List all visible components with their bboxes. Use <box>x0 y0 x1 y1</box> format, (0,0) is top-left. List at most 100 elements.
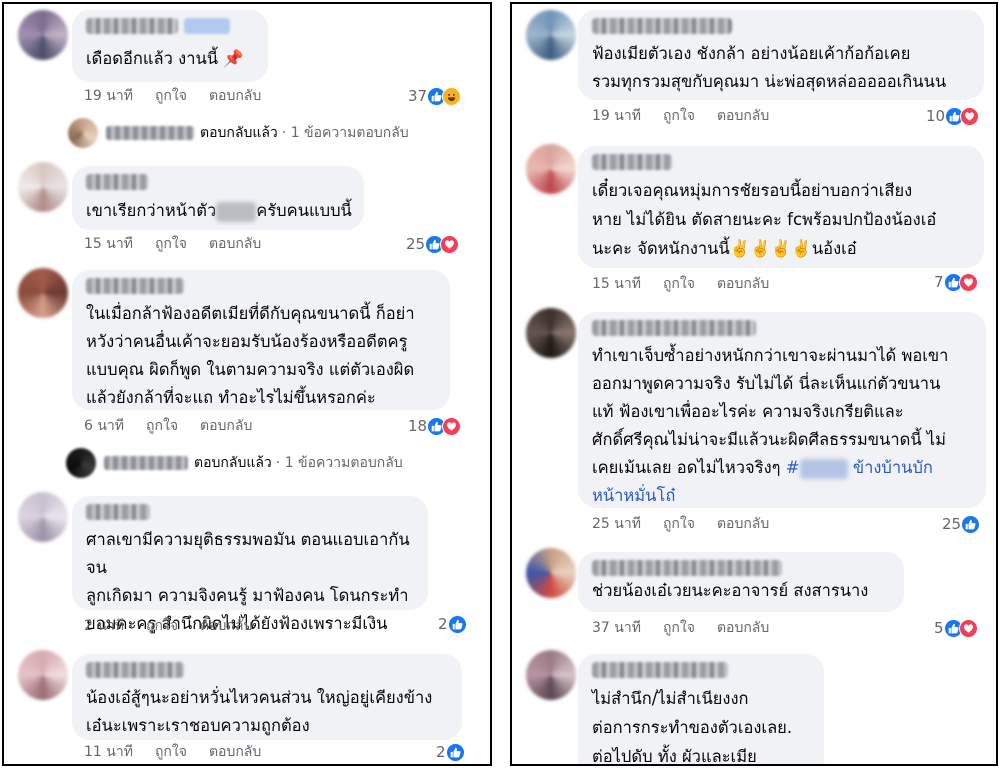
comment-text-line: หาย ไม่ได้ยิน ตัดสายนะคะ fcพร้อมปกป้องน้… <box>592 210 937 229</box>
love-reaction-icon <box>442 416 462 436</box>
commenter-name-blurred[interactable] <box>86 662 184 678</box>
reply-link[interactable]: ตอบกลับ <box>200 418 252 434</box>
reply-link[interactable]: ตอบกลับ <box>209 88 261 104</box>
reaction-count: 5 <box>934 619 944 637</box>
like-link[interactable]: ถูกใจ <box>663 620 695 636</box>
reaction-count: 25 <box>406 235 426 253</box>
comment-bubble: น้องเอ๋สู้ๆนะอย่าหวั่นไหวคนส่วน ใหญ่อยู่… <box>72 654 462 740</box>
comment-bubble: ฟ้องเมียตัวเอง ชังกล้า อย่างน้อยเค้าก้อก… <box>578 10 984 100</box>
comment-time[interactable]: 25 นาที <box>592 516 641 532</box>
like-reaction-icon <box>961 514 981 534</box>
reaction-summary[interactable]: 10 <box>926 104 980 128</box>
avatar[interactable] <box>526 144 576 194</box>
hashtag-link[interactable]: หน้าหมั่นโถ๋ <box>592 482 974 510</box>
like-reaction-icon <box>447 614 467 634</box>
avatar[interactable] <box>18 492 68 542</box>
reaction-summary[interactable]: 25 <box>942 512 981 536</box>
avatar[interactable] <box>526 10 576 60</box>
avatar[interactable] <box>18 10 68 60</box>
reply-count-text: · 1 ข้อความตอบกลับ <box>281 125 409 141</box>
commenter-name-blurred[interactable] <box>592 18 732 34</box>
comment-text-line: น้องเอ๋สู้ๆนะอย่าหวั่นไหวคนส่วน ใหญ่อยู่… <box>86 688 433 707</box>
reply-link[interactable]: ตอบกลับ <box>209 744 261 760</box>
comment-meta: 2 นาที ถูกใจ ตอบกลับ <box>84 616 274 636</box>
comment-text-line: ออกมาพูดความจริง รับไม่ได้ นี่ละเห็นแก่ต… <box>592 374 941 393</box>
comment-text: เขาเรียกว่าหน้าตัว ครับคนแบบนี้ <box>86 201 352 222</box>
reaction-summary[interactable]: 37 <box>408 84 462 108</box>
comment-time[interactable]: 2 นาที <box>84 618 124 634</box>
avatar[interactable] <box>18 268 68 318</box>
reaction-summary[interactable]: 2 <box>436 740 465 764</box>
comment-time[interactable]: 11 นาที <box>84 744 133 760</box>
reply-link[interactable]: ตอบกลับ <box>209 236 261 252</box>
avatar[interactable] <box>526 308 576 358</box>
comment-bubble: เขาเรียกว่าหน้าตัว ครับคนแบบนี้ <box>72 166 364 230</box>
reaction-count: 37 <box>408 87 428 105</box>
right-comment-panel: ฟ้องเมียตัวเอง ชังกล้า อย่างน้อยเค้าก้อก… <box>510 2 998 766</box>
commenter-name-blurred[interactable] <box>592 154 672 170</box>
comment-text-line: ต่อไปดับ ทั้ง ผัวและเมีย <box>592 747 757 766</box>
reply-link[interactable]: ตอบกลับ <box>717 276 769 292</box>
comment-meta: 15 นาที ถูกใจ ตอบกลับ <box>592 274 791 294</box>
like-link[interactable]: ถูกใจ <box>155 744 187 760</box>
replies-summary[interactable]: ตอบกลับแล้ว · 1 ข้อความตอบกลับ <box>68 116 409 150</box>
comment-text-line: ทำเขาเจ็บซ้ำอย่างหนักกว่าเขาจะผ่านมาได้ … <box>592 346 949 365</box>
comment-text-line: แท้ ฟ้องเขาเพื่ออะไรค่ะ ความจริงเกรียติแ… <box>592 402 904 421</box>
reaction-summary[interactable]: 25 <box>406 232 460 256</box>
comment-text-line: ศักดิ์ศรีคุณไม่น่าจะมีแล้วนะผิดศีลธรรมขน… <box>592 430 947 449</box>
like-link[interactable]: ถูกใจ <box>155 236 187 252</box>
avatar[interactable] <box>526 548 576 598</box>
comment-text-line: หวังว่าคนอื่นเค้าจะยอมรับน้องร้องหรืออดี… <box>86 332 408 351</box>
like-link[interactable]: ถูกใจ <box>146 418 178 434</box>
redacted-text <box>216 201 257 222</box>
left-comment-panel: เดือดอีกแล้ว งานนี้ 📌 19 นาที ถูกใจ ตอบกลั… <box>2 2 492 766</box>
like-link[interactable]: ถูกใจ <box>663 516 695 532</box>
commenter-name-blurred[interactable] <box>86 18 178 34</box>
avatar[interactable] <box>18 650 68 700</box>
reply-link[interactable]: ตอบกลับ <box>717 516 769 532</box>
comment-meta: 19 นาที ถูกใจ ตอบกลับ <box>592 106 791 126</box>
reply-link[interactable]: ตอบกลับ <box>717 620 769 636</box>
commenter-name-blurred[interactable] <box>86 504 150 520</box>
commenter-tag-blurred <box>184 18 230 34</box>
comment-time[interactable]: 15 นาที <box>592 276 641 292</box>
commenter-name-blurred[interactable] <box>86 174 148 190</box>
comment-time[interactable]: 19 นาที <box>84 88 133 104</box>
like-link[interactable]: ถูกใจ <box>146 618 178 634</box>
comment-meta: 37 นาที ถูกใจ ตอบกลับ <box>592 618 791 638</box>
replies-summary[interactable]: ตอบกลับแล้ว · 1 ข้อความตอบกลับ <box>66 446 403 480</box>
commenter-name-blurred[interactable] <box>592 662 728 678</box>
comment-time[interactable]: 19 นาที <box>592 108 641 124</box>
hashtag-link[interactable]: # ข้างบ้านบัก <box>786 458 933 479</box>
commenter-name-blurred[interactable] <box>592 320 756 336</box>
comment-text-line: ต่อการกระทำของตัวเองเลย. <box>592 718 793 737</box>
reply-link[interactable]: ตอบกลับ <box>717 108 769 124</box>
reaction-summary[interactable]: 7 <box>934 270 978 294</box>
comment-text-line: ช่วยน้องเอ๋เวยนะคะอาจารย์ สงสารนาง <box>592 581 869 600</box>
reply-link[interactable]: ตอบกลับ <box>200 618 252 634</box>
reply-count-text: · 1 ข้อความตอบกลับ <box>275 455 403 471</box>
commenter-name-blurred[interactable] <box>86 278 184 294</box>
like-link[interactable]: ถูกใจ <box>155 88 187 104</box>
comment-text-line: ศาลเขามีความยุติธรรมพอมัน ตอนแอบเอากัน จ… <box>86 530 410 577</box>
haha-reaction-icon <box>442 86 462 106</box>
like-link[interactable]: ถูกใจ <box>663 276 695 292</box>
comment-bubble: เดี๋ยวเจอคุณหมุ่มการชัยรอบนี้อย่าบอกว่าเ… <box>578 146 984 268</box>
like-link[interactable]: ถูกใจ <box>663 108 695 124</box>
like-reaction-icon <box>445 742 465 762</box>
comment-time[interactable]: 37 นาที <box>592 620 641 636</box>
comment-time[interactable]: 15 นาที <box>84 236 133 252</box>
comment-time[interactable]: 6 นาที <box>84 418 124 434</box>
redacted-hashtag <box>799 458 848 479</box>
reaction-count: 2 <box>436 743 446 761</box>
love-reaction-icon <box>440 234 460 254</box>
commenter-name-blurred[interactable] <box>592 560 782 576</box>
reaction-summary[interactable]: 2 <box>438 612 467 636</box>
avatar[interactable] <box>18 162 68 212</box>
avatar[interactable] <box>526 650 576 700</box>
reaction-summary[interactable]: 18 <box>408 414 462 438</box>
replier-name-blurred <box>104 456 188 470</box>
reaction-count: 18 <box>408 417 428 435</box>
reaction-summary[interactable]: 5 <box>934 616 978 640</box>
comment-meta: 11 นาที ถูกใจ ตอบกลับ <box>84 742 283 762</box>
